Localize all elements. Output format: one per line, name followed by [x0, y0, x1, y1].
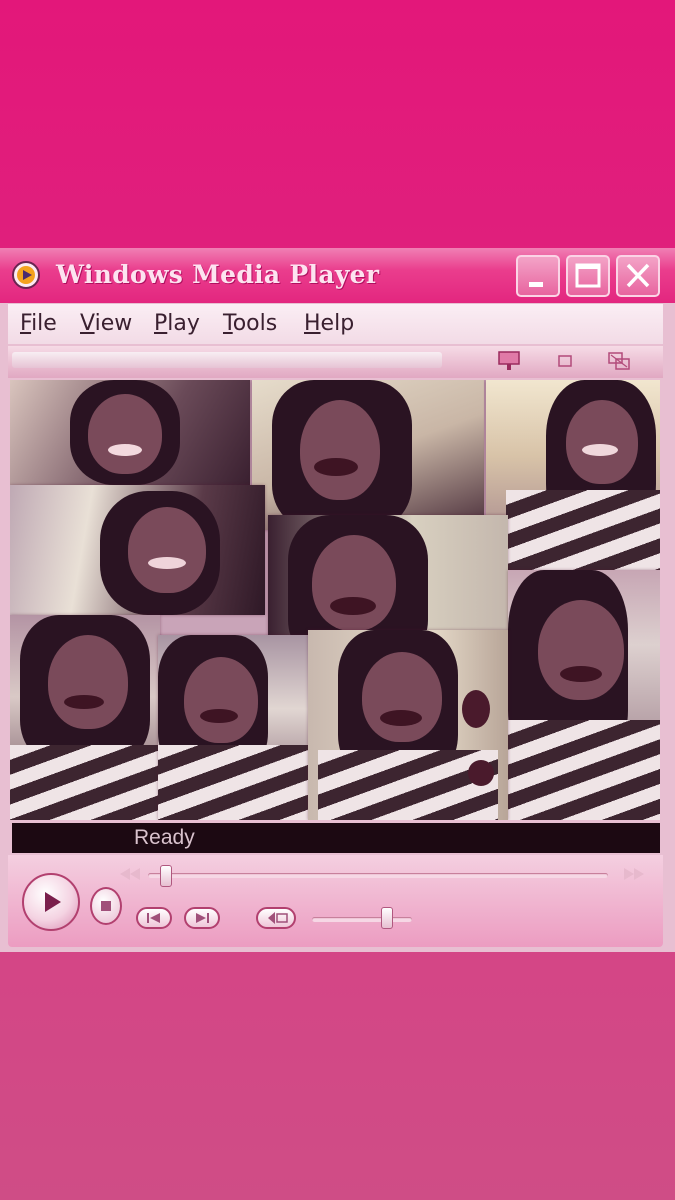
mute-button[interactable] — [256, 907, 296, 929]
fast-forward-icon[interactable] — [620, 866, 646, 882]
status-text: Ready — [134, 826, 195, 849]
play-icon — [45, 892, 61, 912]
menu-play[interactable]: Play — [154, 311, 200, 336]
close-icon — [626, 263, 650, 288]
rewind-icon[interactable] — [118, 866, 144, 882]
skin-mode-icon[interactable] — [606, 350, 632, 372]
previous-track-icon — [147, 913, 160, 923]
collage-photo — [10, 380, 250, 485]
seek-thumb[interactable] — [160, 865, 173, 887]
menu-bar: File View Play Tools Help — [8, 304, 663, 344]
collage-photo — [158, 635, 308, 820]
collage-photo — [10, 615, 160, 820]
compact-mode-icon[interactable] — [552, 350, 578, 372]
minimize-icon — [529, 282, 543, 287]
window-title: Windows Media Player — [56, 260, 380, 289]
minimize-button[interactable] — [516, 255, 560, 297]
seek-bar[interactable] — [148, 873, 608, 878]
next-track-icon — [196, 913, 209, 923]
menu-file[interactable]: File — [20, 311, 57, 336]
next-button[interactable] — [184, 907, 220, 929]
mute-icon — [268, 912, 288, 924]
video-display[interactable] — [10, 380, 660, 820]
collage-photo — [10, 485, 265, 615]
close-button[interactable] — [616, 255, 660, 297]
now-playing-icon[interactable] — [496, 350, 522, 372]
menu-help[interactable]: Help — [304, 311, 354, 336]
stop-icon — [101, 901, 111, 911]
media-player-icon — [12, 261, 40, 289]
previous-button[interactable] — [136, 907, 172, 929]
collage-photo — [308, 630, 508, 820]
taskbar-strip — [12, 352, 442, 368]
collage-photo — [508, 570, 660, 820]
media-player-window: Windows Media Player File View Play Tool… — [0, 248, 675, 952]
maximize-button[interactable] — [566, 255, 610, 297]
menu-view[interactable]: View — [80, 311, 132, 336]
status-bar: Ready — [12, 823, 660, 853]
volume-slider[interactable] — [312, 917, 412, 922]
menu-tools[interactable]: Tools — [223, 311, 277, 336]
maximize-icon — [575, 263, 601, 288]
play-button[interactable] — [22, 873, 80, 931]
stop-button[interactable] — [90, 887, 122, 925]
transport-controls — [8, 855, 663, 947]
volume-thumb[interactable] — [381, 907, 393, 929]
toolbar-strip — [8, 346, 663, 378]
title-bar[interactable]: Windows Media Player — [0, 248, 675, 303]
collage-photo — [486, 380, 660, 570]
collage-photo — [252, 380, 484, 530]
